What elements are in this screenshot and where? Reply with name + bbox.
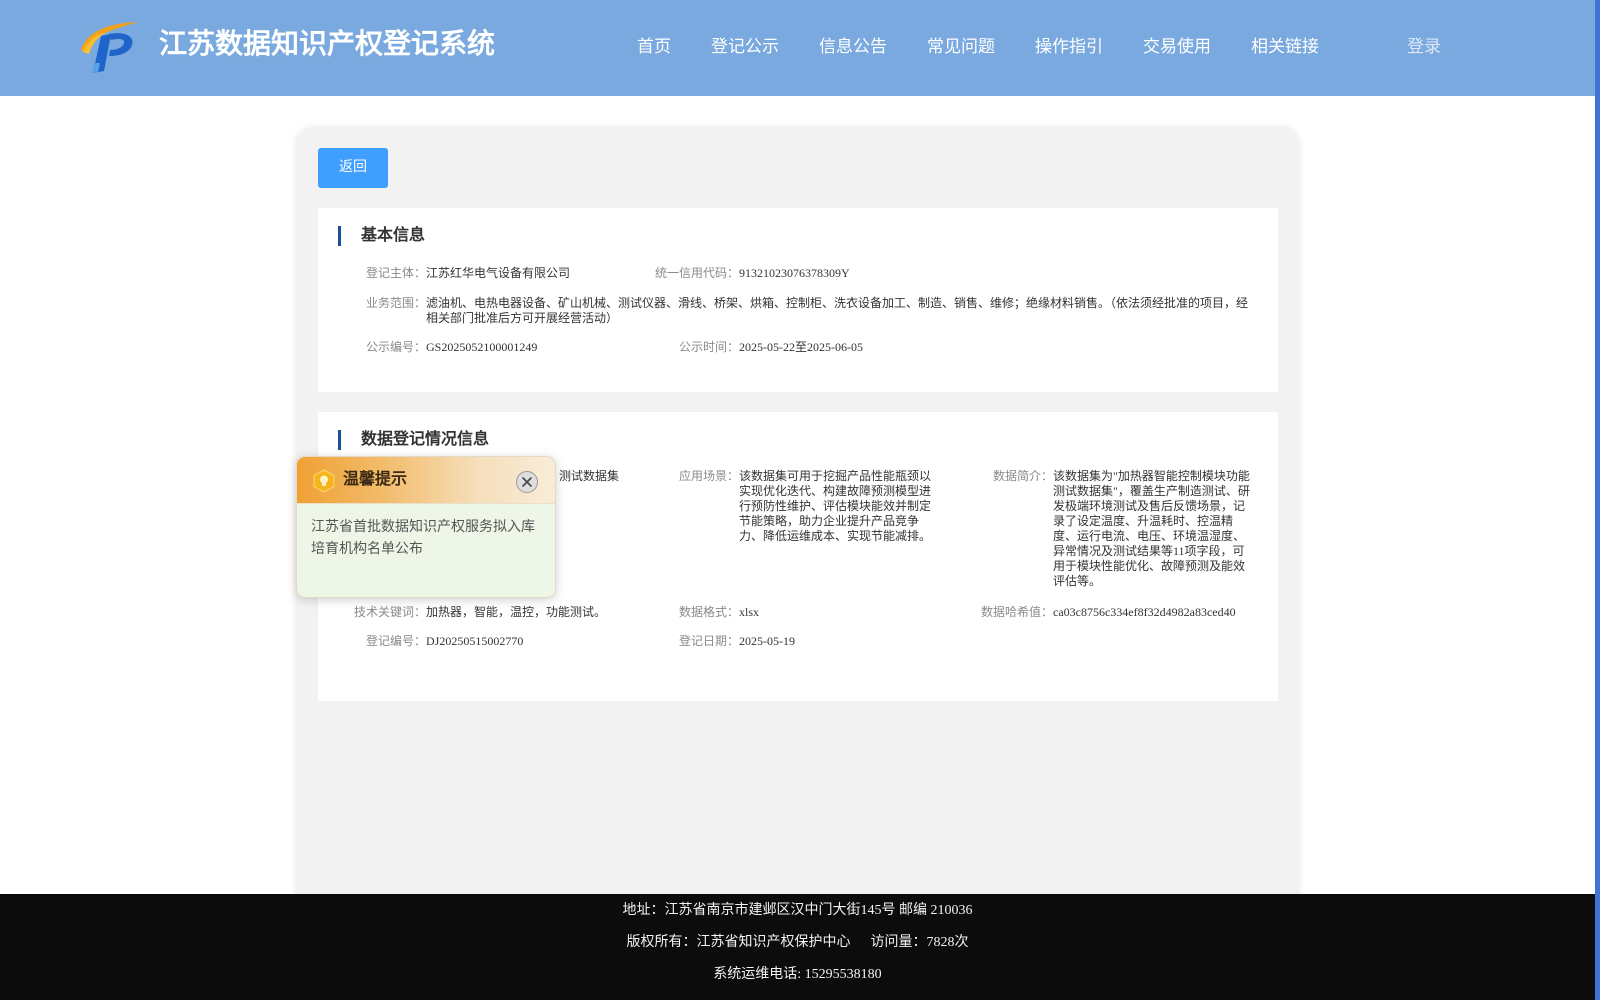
credit-code-value: 91321023076378309Y [739, 266, 850, 280]
credit-code-field: 统一信用代码： 91321023076378309Y [651, 266, 959, 281]
data-format-value: xlsx [739, 605, 760, 619]
notice-popup-title: 温馨提示 [343, 471, 408, 488]
subject-value: 江苏红华电气设备有限公司 [426, 266, 571, 280]
notice-period-field: 公示时间： 2025-05-22至2025-06-05 [651, 340, 959, 355]
lightbulb-icon [312, 469, 336, 493]
reg-no-value: DJ20250515002770 [426, 634, 524, 648]
basic-info-panel: 基本信息 登记主体： 江苏红华电气设备有限公司 统一信用代码： 91321023… [318, 208, 1278, 392]
notice-popup-header: 温馨提示 [297, 457, 555, 504]
business-scope-label: 业务范围： [365, 296, 426, 310]
business-scope-field: 业务范围： 滤油机、电热电器设备、矿山机械、测试仪器、滑线、桥架、烘箱、控制柜、… [338, 296, 1256, 326]
notice-popup[interactable]: 温馨提示 江苏省首批数据知识产权服务拟入库培育机构名单公布 [296, 456, 556, 598]
back-button[interactable]: 返回 [318, 148, 388, 188]
application-scene-value: 该数据集可用于挖掘产品性能瓶颈以实现优化迭代、构建故障预测模型进行预防性维护、评… [739, 469, 932, 543]
reg-date-field: 登记日期： 2025-05-19 [651, 634, 937, 649]
application-scene-field: 应用场景： 该数据集可用于挖掘产品性能瓶颈以实现优化迭代、构建故障预测模型进行预… [651, 469, 937, 544]
footer-visit-count: 访问量：7828次 [870, 935, 969, 950]
data-hash-label: 数据哈希值： [980, 605, 1053, 619]
data-format-label: 数据格式： [678, 605, 739, 619]
nav-item-home[interactable]: 首页 [637, 35, 671, 59]
footer-phone: 系统运维电话: 15295538180 [713, 967, 882, 982]
nav-item-registration-notice[interactable]: 登记公示 [711, 35, 779, 59]
notice-no-value: GS2025052100001249 [426, 340, 538, 354]
site-header: 江苏数据知识产权登记系统 首页 登记公示 信息公告 常见问题 操作指引 交易使用… [0, 0, 1595, 96]
basic-info-title: 基本信息 [338, 226, 425, 246]
right-edge-bar [1595, 0, 1600, 1000]
tech-keywords-field: 技术关键词： 加热器，智能，温控，功能测试。 [338, 605, 646, 620]
data-format-field: 数据格式： xlsx [651, 605, 937, 620]
data-intro-field: 数据简介： 该数据集为"加热器智能控制模块功能测试数据集"，覆盖生产制造测试、研… [965, 469, 1251, 589]
tech-keywords-label: 技术关键词： [353, 605, 426, 619]
footer-copyright: 版权所有：江苏省知识产权保护中心 [626, 935, 851, 950]
notice-no-field: 公示编号： GS2025052100001249 [338, 340, 646, 355]
nav-item-faq[interactable]: 常见问题 [927, 35, 995, 59]
data-intro-value: 该数据集为"加热器智能控制模块功能测试数据集"，覆盖生产制造测试、研发极端环境测… [1053, 469, 1250, 588]
site-title: 江苏数据知识产权登记系统 [159, 29, 496, 60]
notice-popup-message[interactable]: 江苏省首批数据知识产权服务拟入库培育机构名单公布 [311, 517, 541, 561]
nav-item-trade-use[interactable]: 交易使用 [1143, 35, 1211, 59]
main-nav: 首页 登记公示 信息公告 常见问题 操作指引 交易使用 相关链接 [637, 35, 1319, 59]
data-intro-label: 数据简介： [992, 469, 1053, 483]
data-hash-field: 数据哈希值： ca03c8756c334ef8f32d4982a83ced40 [965, 605, 1251, 620]
data-name-value-partial: 测试数据集 [559, 469, 620, 483]
footer-address: 地址：江苏省南京市建邺区汉中门大街145号 邮编 210036 [622, 903, 973, 918]
tech-keywords-value: 加热器，智能，温控，功能测试。 [426, 605, 607, 619]
subject-field: 登记主体： 江苏红华电气设备有限公司 [338, 266, 646, 281]
site-footer: 地址：江苏省南京市建邺区汉中门大街145号 邮编 210036 版权所有：江苏省… [0, 894, 1595, 1000]
credit-code-label: 统一信用代码： [654, 266, 739, 280]
subject-label: 登记主体： [365, 266, 426, 280]
data-registration-title: 数据登记情况信息 [338, 430, 489, 450]
notice-period-value: 2025-05-22至2025-06-05 [739, 340, 863, 354]
notice-no-label: 公示编号： [365, 340, 426, 354]
nav-item-related-links[interactable]: 相关链接 [1251, 35, 1319, 59]
reg-no-field: 登记编号： DJ20250515002770 [338, 634, 646, 649]
reg-date-label: 登记日期： [678, 634, 739, 648]
reg-no-label: 登记编号： [365, 634, 426, 648]
data-hash-value: ca03c8756c334ef8f32d4982a83ced40 [1053, 605, 1236, 619]
nav-item-guide[interactable]: 操作指引 [1035, 35, 1103, 59]
notice-period-label: 公示时间： [678, 340, 739, 354]
footer-copyright-line: 版权所有：江苏省知识产权保护中心 访问量：7828次 [0, 927, 1595, 959]
business-scope-value: 滤油机、电热电器设备、矿山机械、测试仪器、滑线、桥架、烘箱、控制柜、洗衣设备加工… [426, 296, 1249, 325]
nav-item-announcements[interactable]: 信息公告 [819, 35, 887, 59]
close-icon[interactable] [516, 471, 538, 493]
reg-date-value: 2025-05-19 [739, 634, 795, 648]
application-scene-label: 应用场景： [678, 469, 739, 483]
system-logo-icon [81, 22, 138, 73]
login-link[interactable]: 登录 [1407, 35, 1441, 59]
site-logo[interactable] [80, 19, 140, 73]
